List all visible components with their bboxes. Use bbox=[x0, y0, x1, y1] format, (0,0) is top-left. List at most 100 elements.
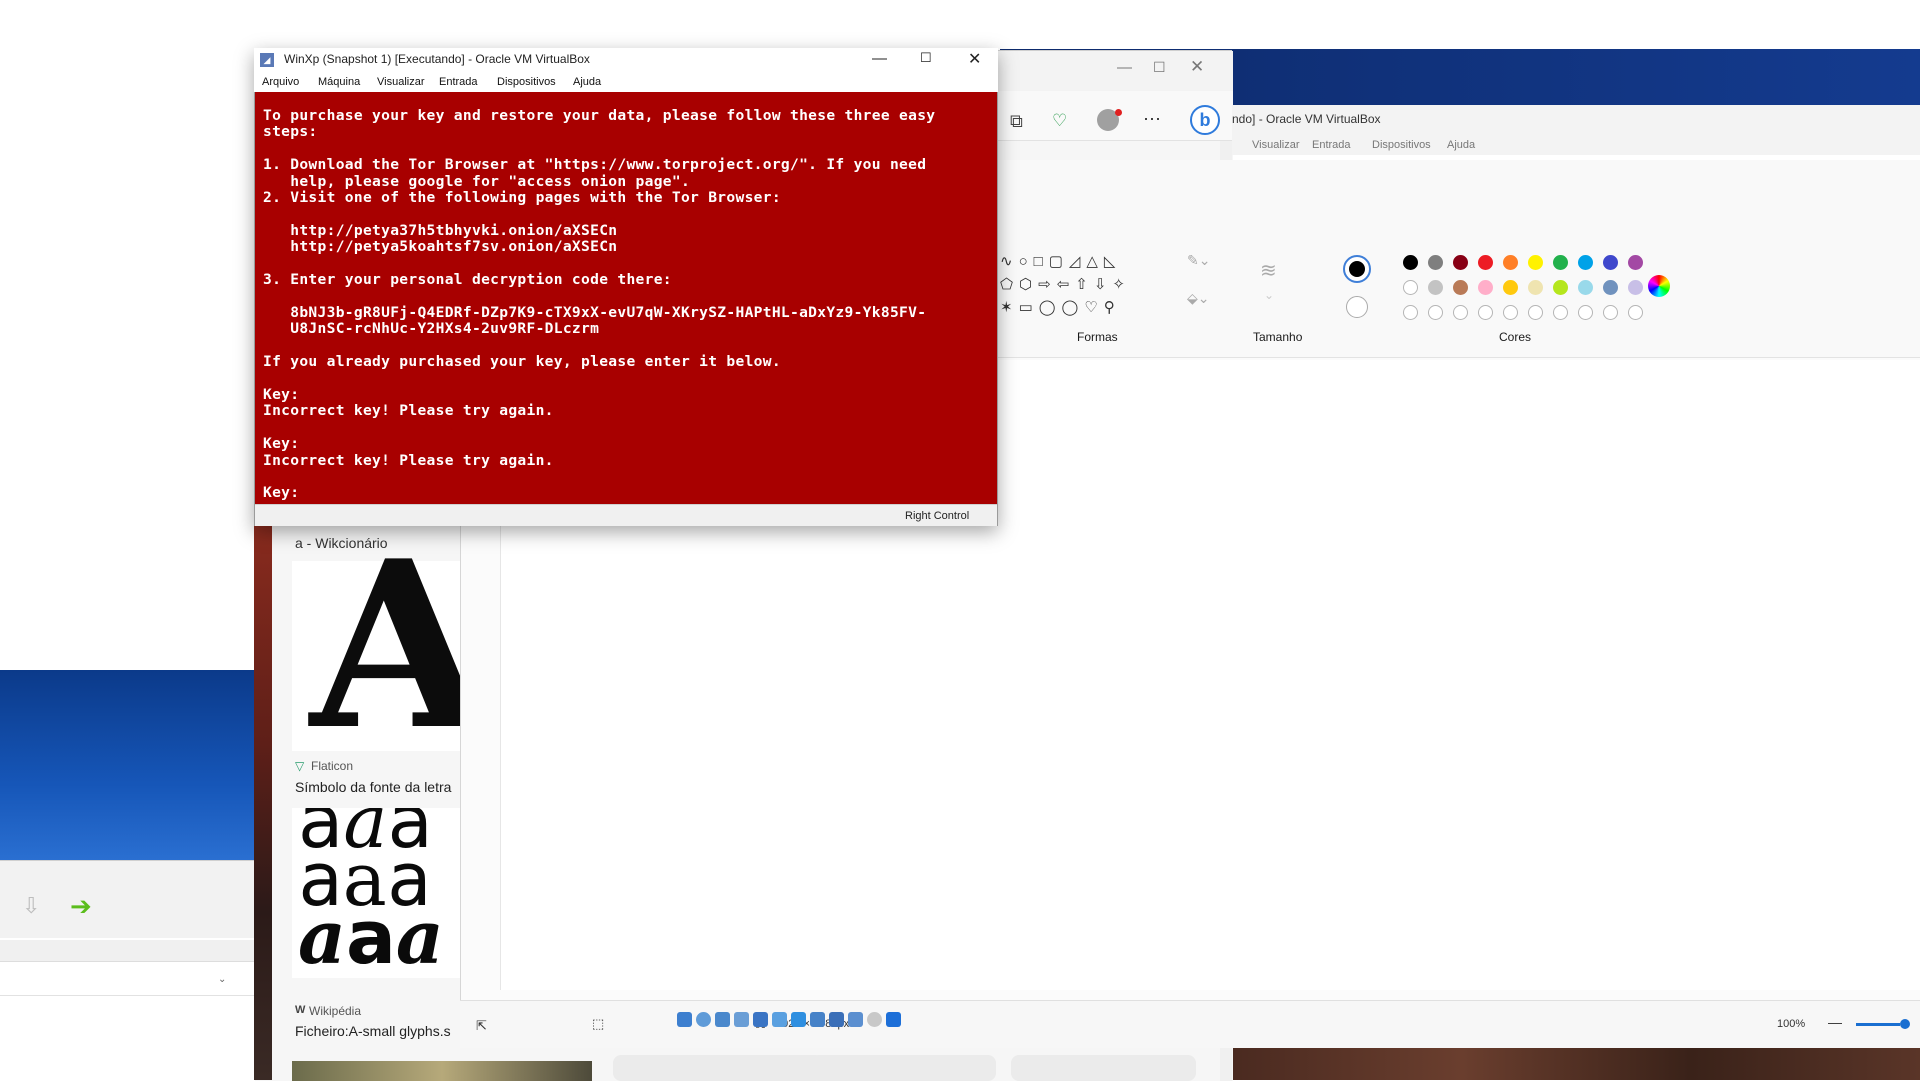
health-icon[interactable]: ♡ bbox=[1052, 111, 1067, 131]
result-card[interactable] bbox=[1011, 1055, 1196, 1081]
custom-color-slot[interactable] bbox=[1603, 305, 1618, 320]
color-swatch[interactable] bbox=[1603, 255, 1618, 270]
custom-color-slot[interactable] bbox=[1528, 305, 1543, 320]
menu-dispositivos[interactable]: Dispositivos bbox=[497, 76, 556, 88]
recording-icon[interactable] bbox=[829, 1012, 844, 1027]
custom-color-slot[interactable] bbox=[1553, 305, 1568, 320]
custom-color-slot[interactable] bbox=[1628, 305, 1643, 320]
vbox2-title: ndo] - Oracle VM VirtualBox bbox=[1232, 112, 1381, 126]
terminal-line: http://petya5koahtsf7sv.onion/aXSECn bbox=[263, 238, 618, 256]
color-swatch[interactable] bbox=[1578, 280, 1593, 295]
color-swatch[interactable] bbox=[1553, 255, 1568, 270]
custom-color-slot[interactable] bbox=[1428, 305, 1443, 320]
color-swatch[interactable] bbox=[1503, 280, 1518, 295]
shared-folders-icon[interactable] bbox=[791, 1012, 806, 1027]
chevron-down-icon[interactable]: ⌄ bbox=[1264, 288, 1274, 302]
vbox2-menu-visualizar[interactable]: Visualizar bbox=[1252, 139, 1300, 151]
network-icon[interactable] bbox=[753, 1012, 768, 1027]
maximize-icon[interactable]: ☐ bbox=[920, 50, 932, 66]
close-icon[interactable]: ✕ bbox=[968, 49, 981, 69]
color-swatch[interactable] bbox=[1578, 255, 1593, 270]
zoom-slider[interactable] bbox=[1856, 1023, 1900, 1026]
terminal-line: steps: bbox=[263, 123, 318, 141]
color-swatch[interactable] bbox=[1503, 255, 1518, 270]
menu-entrada[interactable]: Entrada bbox=[439, 76, 478, 88]
color-swatch[interactable] bbox=[1628, 280, 1643, 295]
outline-icon[interactable]: ✎⌄ bbox=[1187, 252, 1210, 269]
color-swatch[interactable] bbox=[1453, 280, 1468, 295]
color-swatch[interactable] bbox=[1528, 280, 1543, 295]
menu-ajuda[interactable]: Ajuda bbox=[573, 76, 601, 88]
vm-status-bar: Right Control bbox=[255, 504, 997, 1027]
shapes-gallery[interactable]: ∿○□▢◿△◺ ⬠⬡⇨⇦⇧⇩✧ ✶▭◯◯♡⚲ bbox=[1000, 250, 1160, 320]
terminal-line: To purchase your key and restore your da… bbox=[263, 107, 936, 124]
edit-colors-icon[interactable] bbox=[1648, 275, 1670, 297]
mouse-integration-icon[interactable] bbox=[867, 1012, 882, 1027]
vm-guest-screen[interactable]: To purchase your key and restore your da… bbox=[255, 92, 997, 504]
color-swatch[interactable] bbox=[1403, 255, 1418, 270]
minimize-icon[interactable]: — bbox=[872, 50, 887, 67]
custom-color-slot[interactable] bbox=[1478, 305, 1493, 320]
result-source[interactable]: Wikipédia bbox=[309, 1004, 361, 1018]
result-card[interactable] bbox=[811, 1055, 996, 1081]
custom-color-slot[interactable] bbox=[1453, 305, 1468, 320]
color-swatch[interactable] bbox=[1628, 255, 1643, 270]
menu-maquina[interactable]: Máquina bbox=[318, 76, 360, 88]
usb-icon[interactable] bbox=[772, 1012, 787, 1027]
color-swatch[interactable] bbox=[1478, 255, 1493, 270]
chevron-down-icon[interactable]: ⌄ bbox=[218, 974, 226, 985]
host-key-icon[interactable] bbox=[886, 1012, 901, 1027]
fill-icon[interactable]: ⬙⌄ bbox=[1187, 290, 1210, 307]
arrow-down-icon[interactable]: ⇩ bbox=[22, 893, 40, 919]
collections-icon[interactable]: ⧉ bbox=[1010, 111, 1023, 132]
color2-selector[interactable] bbox=[1346, 296, 1368, 318]
terminal-line: U8JnSC-rcNhUc-Y2HXs4-2uv9RF-DLczrm bbox=[263, 320, 600, 338]
display-icon[interactable] bbox=[810, 1012, 825, 1027]
color-swatch[interactable] bbox=[1603, 280, 1618, 295]
custom-color-slot[interactable] bbox=[1578, 305, 1593, 320]
audio-icon[interactable] bbox=[734, 1012, 749, 1027]
result-image-partial[interactable] bbox=[292, 1061, 592, 1081]
result-caption[interactable]: Símbolo da fonte da letra bbox=[295, 779, 451, 795]
menu-arquivo[interactable]: Arquivo bbox=[262, 76, 299, 88]
color-swatch[interactable] bbox=[1428, 280, 1443, 295]
floppy-icon[interactable] bbox=[715, 1012, 730, 1027]
zoom-slider-thumb[interactable] bbox=[1900, 1019, 1910, 1029]
minimize-icon[interactable]: — bbox=[1117, 59, 1132, 76]
color-swatch[interactable] bbox=[1528, 255, 1543, 270]
menu-visualizar[interactable]: Visualizar bbox=[377, 76, 425, 88]
close-icon[interactable]: ✕ bbox=[1190, 57, 1204, 77]
maximize-icon[interactable]: ☐ bbox=[1153, 59, 1166, 76]
color-swatch[interactable] bbox=[1453, 255, 1468, 270]
color-swatch[interactable] bbox=[1403, 280, 1418, 295]
zoom-out-icon[interactable]: — bbox=[1828, 1014, 1842, 1030]
more-icon[interactable]: ⋯ bbox=[1143, 109, 1161, 130]
hard-disk-icon[interactable] bbox=[677, 1012, 692, 1027]
color1-selector[interactable] bbox=[1343, 255, 1371, 283]
terminal-line: http://petya37h5tbhyvki.onion/aXSECn bbox=[263, 221, 618, 239]
size-icon[interactable]: ≋ bbox=[1260, 258, 1277, 283]
vbox2-menu-dispositivos[interactable]: Dispositivos bbox=[1372, 139, 1431, 151]
result-source[interactable]: Flaticon bbox=[311, 759, 353, 773]
terminal-line: If you already purchased your key, pleas… bbox=[263, 353, 781, 371]
vbox2-menu-entrada[interactable]: Entrada bbox=[1312, 139, 1351, 151]
optical-drive-icon[interactable] bbox=[696, 1012, 711, 1027]
arrow-right-icon[interactable]: ➔ bbox=[70, 891, 92, 922]
background-vm-banner bbox=[0, 670, 255, 860]
bing-icon[interactable]: b bbox=[1190, 105, 1220, 135]
result-caption[interactable]: Ficheiro:A-small glyphs.s bbox=[295, 1023, 451, 1039]
color-swatch[interactable] bbox=[1428, 255, 1443, 270]
virtualbox-icon: ◢ bbox=[260, 53, 274, 67]
custom-color-slot[interactable] bbox=[1503, 305, 1518, 320]
color-swatch[interactable] bbox=[1553, 280, 1568, 295]
color-swatch[interactable] bbox=[1478, 280, 1493, 295]
zoom-level[interactable]: 100% bbox=[1777, 1018, 1805, 1030]
vt-x-icon[interactable] bbox=[848, 1012, 863, 1027]
vbox2-menu-ajuda[interactable]: Ajuda bbox=[1447, 139, 1475, 151]
custom-color-slot[interactable] bbox=[1403, 305, 1418, 320]
result-card[interactable] bbox=[613, 1055, 823, 1081]
